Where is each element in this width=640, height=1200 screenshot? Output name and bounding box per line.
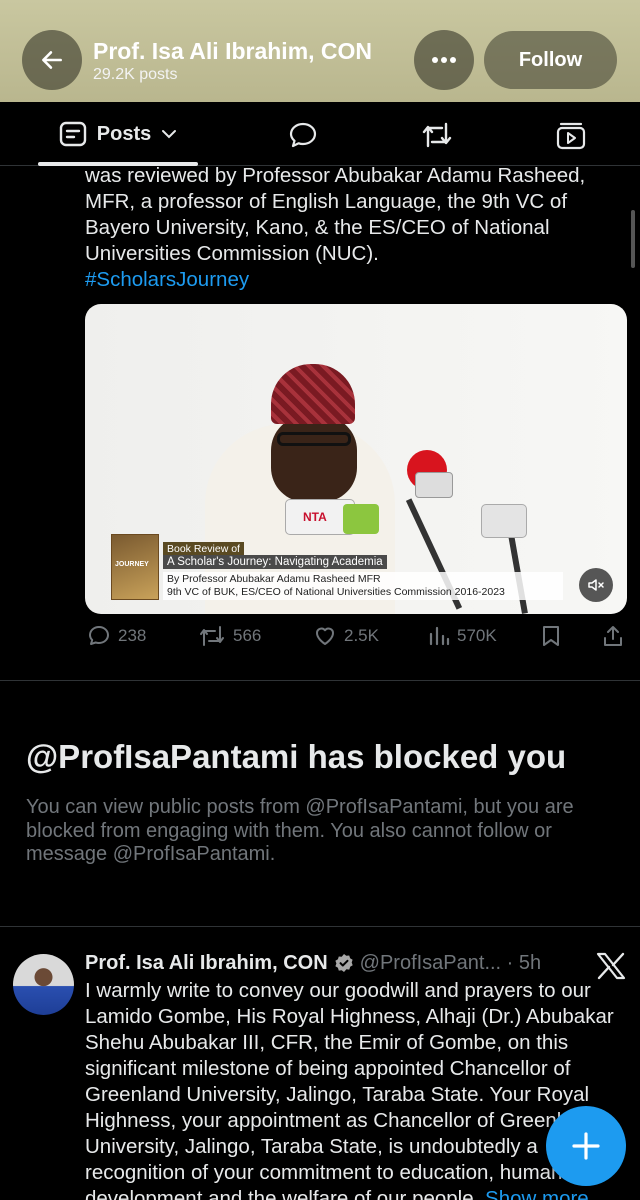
- caption-line-4: 9th VC of BUK, ES/CEO of National Univer…: [167, 586, 505, 598]
- blocked-description: You can view public posts from @ProfIsaP…: [26, 796, 574, 865]
- post-body: I warmly write to convey our goodwill an…: [85, 979, 614, 1200]
- plus-icon: [572, 1132, 600, 1160]
- like-action[interactable]: 2.5K: [313, 624, 379, 648]
- author-handle[interactable]: @ProfIsaPant... · 5h: [360, 952, 542, 975]
- book-cover-text: JOURNEY: [115, 561, 149, 568]
- caption-credits: By Professor Abubakar Adamu Rasheed MFR …: [163, 572, 563, 600]
- retweet-icon: [422, 122, 452, 148]
- profile-name: Prof. Isa Ali Ibrahim, CON: [93, 38, 373, 64]
- heart-icon: [316, 627, 334, 645]
- share-action[interactable]: [602, 624, 624, 648]
- like-count: 2.5K: [344, 626, 379, 645]
- verified-badge-icon: [335, 954, 353, 972]
- mic-flag: [481, 504, 527, 538]
- tab-replies[interactable]: [286, 118, 320, 152]
- video-person-glasses: [277, 432, 351, 446]
- show-more-link[interactable]: Show more: [485, 1187, 589, 1200]
- speaker-muted-icon: [588, 579, 604, 591]
- video-icon: [556, 122, 586, 150]
- tab-posts[interactable]: Posts: [38, 102, 198, 166]
- retweet-icon: [200, 626, 224, 646]
- profile-tabs: Posts: [0, 102, 640, 166]
- tab-posts-label: Posts: [96, 122, 152, 145]
- tab-reposts[interactable]: [420, 118, 454, 152]
- caption-line-3: By Professor Abubakar Adamu Rasheed MFR: [167, 573, 381, 585]
- views-count: 570K: [457, 626, 497, 645]
- video-person-face: [271, 416, 357, 502]
- mic-flag: [415, 472, 453, 498]
- bookmark-action[interactable]: [540, 624, 562, 648]
- post-header: Prof. Isa Ali Ibrahim, CON @ProfIsaPant.…: [85, 950, 541, 976]
- post-count: 29.2K posts: [93, 66, 178, 83]
- reply-icon: [89, 626, 109, 645]
- views-icon: [429, 626, 450, 646]
- avatar[interactable]: [13, 954, 74, 1015]
- video-caption: JOURNEY Book Review of A Scholar's Journ…: [111, 534, 581, 604]
- nta-mic-label: NTA: [303, 510, 327, 524]
- post-text: was reviewed by Professor Abubakar Adamu…: [85, 163, 615, 293]
- author-name[interactable]: Prof. Isa Ali Ibrahim, CON: [85, 952, 328, 975]
- post-text: I warmly write to convey our goodwill an…: [85, 978, 625, 1200]
- caption-line-1: Book Review of: [163, 542, 244, 556]
- repost-count: 566: [233, 626, 262, 645]
- divider: [0, 926, 640, 927]
- views-action[interactable]: 570K: [428, 624, 497, 648]
- reply-action[interactable]: 238: [87, 624, 146, 648]
- ellipsis-icon: [432, 57, 456, 63]
- caption-line-2: A Scholar's Journey: Navigating Academia: [163, 555, 387, 569]
- scrollbar[interactable]: [631, 210, 635, 268]
- post-body: was reviewed by Professor Abubakar Adamu…: [85, 164, 586, 265]
- compose-button[interactable]: [546, 1106, 626, 1186]
- arrow-left-icon: [42, 51, 62, 69]
- book-cover: JOURNEY: [111, 534, 159, 600]
- x-logo-icon[interactable]: [596, 952, 626, 980]
- post-video[interactable]: NTA JOURNEY Book Review of A Scholar's J…: [85, 304, 627, 614]
- post-actions: 238 566 2.5K 570K: [0, 620, 640, 656]
- profile-header: Prof. Isa Ali Ibrahim, CON 29.2K posts F…: [0, 0, 640, 102]
- mic-flag-green: [343, 504, 379, 534]
- tab-videos[interactable]: [554, 118, 588, 152]
- blocked-title: @ProfIsaPantami has blocked you: [26, 738, 567, 775]
- share-icon: [604, 626, 622, 646]
- back-button[interactable]: [22, 30, 82, 90]
- reply-count: 238: [118, 626, 147, 645]
- posts-icon: [59, 121, 86, 147]
- video-person-cap: [271, 364, 355, 424]
- repost-action[interactable]: 566: [198, 624, 261, 648]
- divider: [0, 680, 640, 681]
- chevron-down-icon: [162, 130, 177, 139]
- hashtag-link[interactable]: #ScholarsJourney: [85, 267, 615, 293]
- more-button[interactable]: [414, 30, 474, 90]
- mute-button[interactable]: [579, 568, 613, 602]
- reply-icon: [289, 122, 317, 148]
- follow-button[interactable]: Follow: [484, 31, 617, 89]
- bookmark-icon: [543, 626, 559, 646]
